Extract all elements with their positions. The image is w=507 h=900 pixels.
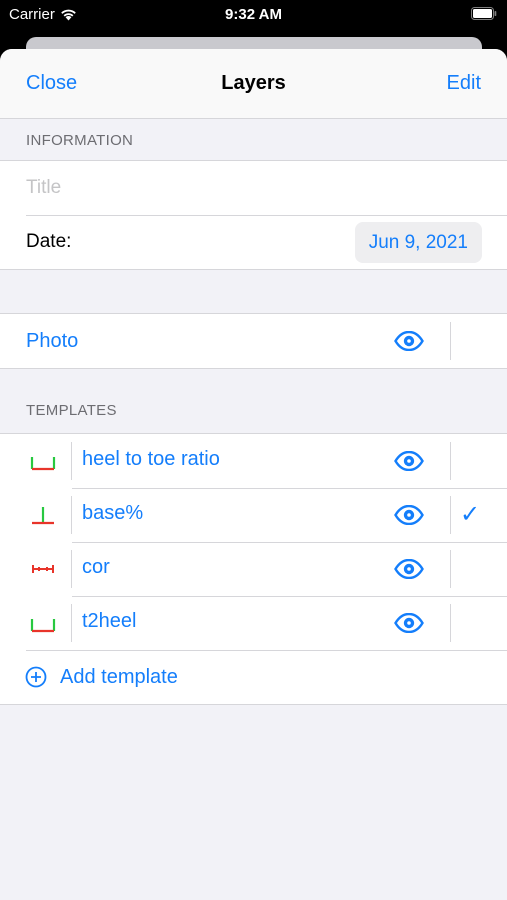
photo-layer-row[interactable]: Photo bbox=[0, 314, 507, 368]
add-template-button[interactable]: Add template bbox=[0, 650, 507, 704]
templates-group: heel to toe ratio base% ✓ cor t2heel Add… bbox=[0, 433, 507, 705]
photo-layer-label[interactable]: Photo bbox=[26, 330, 78, 353]
ruler-template-icon bbox=[32, 565, 54, 573]
status-time: 9:32 AM bbox=[225, 6, 282, 23]
layers-sheet: Close Layers Edit INFORMATION Date: Jun … bbox=[0, 49, 507, 900]
checkmark-icon[interactable]: ✓ bbox=[460, 500, 480, 529]
row-divider bbox=[450, 604, 451, 642]
bracket-template-icon bbox=[30, 457, 56, 471]
template-label[interactable]: base% bbox=[82, 502, 143, 525]
perpendicular-template-icon bbox=[32, 507, 54, 525]
eye-icon[interactable] bbox=[394, 613, 424, 633]
template-label[interactable]: t2heel bbox=[82, 610, 137, 633]
row-divider bbox=[71, 442, 72, 480]
row-divider bbox=[450, 322, 451, 360]
information-group: Date: Jun 9, 2021 bbox=[0, 160, 507, 270]
navigation-bar: Close Layers Edit bbox=[0, 49, 507, 119]
row-divider bbox=[71, 550, 72, 588]
eye-icon[interactable] bbox=[394, 505, 424, 525]
eye-icon[interactable] bbox=[394, 331, 424, 351]
information-section-header: INFORMATION bbox=[26, 132, 134, 149]
page-title: Layers bbox=[221, 72, 286, 94]
title-input[interactable] bbox=[26, 177, 466, 199]
date-row: Date: Jun 9, 2021 bbox=[0, 215, 507, 269]
photo-layer-group: Photo bbox=[0, 313, 507, 369]
date-picker-button[interactable]: Jun 9, 2021 bbox=[354, 222, 482, 263]
row-divider bbox=[71, 604, 72, 642]
templates-section-header: TEMPLATES bbox=[26, 402, 117, 419]
row-divider bbox=[450, 442, 451, 480]
row-divider bbox=[71, 496, 72, 534]
bracket-template-icon bbox=[30, 619, 56, 633]
eye-icon[interactable] bbox=[394, 451, 424, 471]
template-row[interactable]: cor bbox=[0, 542, 507, 596]
row-divider bbox=[450, 496, 451, 534]
template-label[interactable]: heel to toe ratio bbox=[82, 448, 220, 471]
eye-icon[interactable] bbox=[394, 559, 424, 579]
template-label[interactable]: cor bbox=[82, 556, 110, 579]
title-row bbox=[0, 161, 507, 215]
template-row[interactable]: t2heel bbox=[0, 596, 507, 650]
add-template-label[interactable]: Add template bbox=[60, 666, 178, 689]
template-row[interactable]: heel to toe ratio bbox=[0, 434, 507, 488]
date-label: Date: bbox=[26, 231, 72, 252]
battery-icon bbox=[471, 7, 497, 20]
template-row[interactable]: base% ✓ bbox=[0, 488, 507, 542]
row-divider bbox=[450, 550, 451, 588]
edit-button[interactable]: Edit bbox=[447, 72, 481, 95]
status-bar: Carrier 9:32 AM bbox=[0, 0, 507, 30]
plus-circle-icon[interactable] bbox=[25, 666, 47, 688]
